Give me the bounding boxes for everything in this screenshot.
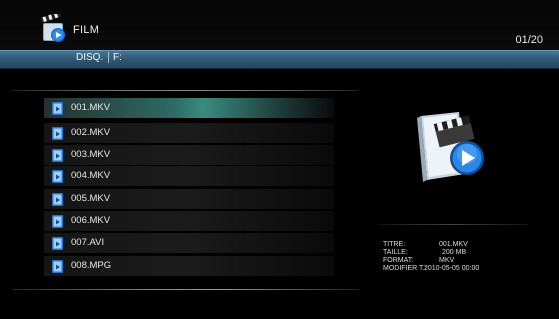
detail-size-label: TAILLE: <box>383 249 408 256</box>
video-file-icon <box>52 170 63 183</box>
file-list-item[interactable]: 001.MKV <box>44 98 334 118</box>
file-list-item[interactable]: 003.MKV <box>44 145 334 165</box>
page-counter: 01/20 <box>515 34 543 46</box>
details-divider <box>378 224 528 225</box>
path-separator <box>108 52 109 63</box>
file-list-item[interactable]: 007.AVI <box>44 233 334 253</box>
list-top-divider <box>12 90 359 91</box>
file-list-item[interactable]: 006.MKV <box>44 211 334 231</box>
file-name: 007.AVI <box>71 237 105 248</box>
app-title: FILM <box>73 24 100 36</box>
detail-format-value: MKV <box>439 257 455 264</box>
video-file-icon <box>52 193 63 206</box>
media-player-screen: FILM 01/20 DISQ. F: 001.MKV 002.MKV 003.MK… <box>0 0 559 319</box>
detail-modified-value: 2010-05-05 00:00 <box>424 265 480 272</box>
detail-title-value: 001.MKV <box>439 241 468 248</box>
video-file-icon <box>52 215 63 228</box>
video-file-icon <box>52 149 63 162</box>
video-file-icon <box>52 237 63 250</box>
file-name: 004.MKV <box>71 170 111 181</box>
file-name: 005.MKV <box>71 193 111 204</box>
detail-size-value: 200 MB <box>442 249 467 256</box>
file-list-item[interactable]: 008.MPG <box>44 256 334 276</box>
list-bottom-divider <box>12 289 359 290</box>
file-name: 001.MKV <box>71 102 111 113</box>
video-file-icon <box>52 102 63 115</box>
file-name: 003.MKV <box>71 149 111 160</box>
file-name: 002.MKV <box>71 127 111 138</box>
file-name: 008.MPG <box>71 260 112 271</box>
file-name: 006.MKV <box>71 215 111 226</box>
path-drive-label[interactable]: F: <box>113 52 122 63</box>
film-clapper-play-icon <box>40 14 65 42</box>
detail-format-label: FORMAT: <box>383 257 414 264</box>
video-document-preview-icon <box>417 112 484 182</box>
video-file-icon <box>52 260 63 273</box>
file-list-item[interactable]: 002.MKV <box>44 123 334 143</box>
video-file-icon <box>52 127 63 140</box>
detail-title-label: TITRE: <box>383 241 406 248</box>
file-list-item[interactable]: 004.MKV <box>44 166 334 186</box>
file-list-item[interactable]: 005.MKV <box>44 189 334 209</box>
path-disk-label[interactable]: DISQ. <box>76 52 103 63</box>
